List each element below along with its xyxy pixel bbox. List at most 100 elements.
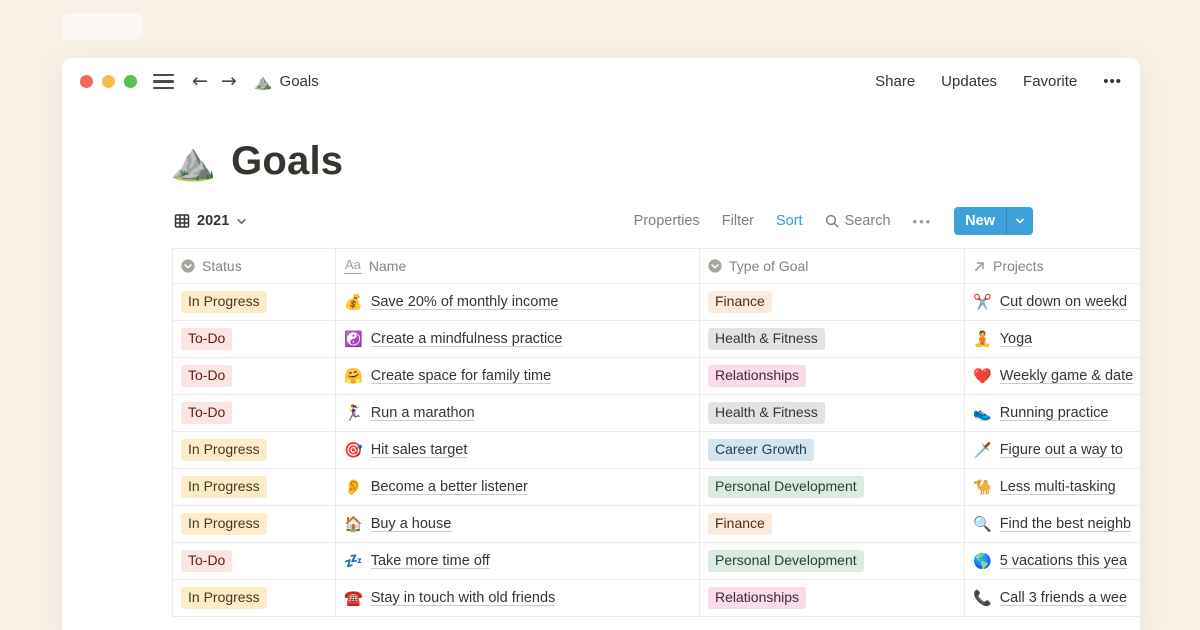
toolbar-more-button[interactable]: ••• bbox=[913, 214, 933, 229]
name-cell[interactable]: 🤗 Create space for family time bbox=[336, 358, 700, 394]
project-page-link[interactable]: Call 3 friends a wee bbox=[1000, 590, 1127, 606]
goal-page-link[interactable]: Stay in touch with old friends bbox=[371, 590, 556, 606]
name-cell[interactable]: 💰 Save 20% of monthly income bbox=[336, 284, 700, 320]
search-button[interactable]: Search bbox=[825, 213, 891, 229]
table-row: In Progress 👂 Become a better listener P… bbox=[172, 469, 1140, 506]
status-badge: In Progress bbox=[181, 439, 267, 462]
forward-button[interactable]: → bbox=[221, 72, 237, 91]
column-header-projects[interactable]: Projects bbox=[965, 249, 1140, 283]
status-cell[interactable]: To-Do bbox=[172, 543, 336, 579]
page-header: ⛰️ Goals bbox=[170, 139, 1140, 184]
goal-page-link[interactable]: Hit sales target bbox=[371, 442, 468, 458]
name-cell[interactable]: ☯️ Create a mindfulness practice bbox=[336, 321, 700, 357]
projects-cell[interactable]: 🗡️ Figure out a way to bbox=[965, 432, 1140, 468]
name-cell[interactable]: 🏠 Buy a house bbox=[336, 506, 700, 542]
zoom-window-button[interactable] bbox=[124, 75, 137, 88]
projects-cell[interactable]: 🐪 Less multi-tasking bbox=[965, 469, 1140, 505]
project-page-link[interactable]: Less multi-tasking bbox=[1000, 479, 1116, 495]
project-page-link[interactable]: 5 vacations this yea bbox=[1000, 553, 1127, 569]
project-page-link[interactable]: Cut down on weekd bbox=[1000, 294, 1127, 310]
close-window-button[interactable] bbox=[80, 75, 93, 88]
page-title: Goals bbox=[231, 139, 343, 184]
properties-button[interactable]: Properties bbox=[634, 213, 700, 229]
project-emoji-icon: 🧘 bbox=[973, 330, 992, 348]
type-of-goal-cell[interactable]: Health & Fitness bbox=[700, 321, 965, 357]
back-button[interactable]: ← bbox=[192, 72, 208, 91]
favorite-button[interactable]: Favorite bbox=[1023, 73, 1077, 90]
projects-cell[interactable]: 👟 Running practice bbox=[965, 395, 1140, 431]
name-cell[interactable]: 👂 Become a better listener bbox=[336, 469, 700, 505]
status-badge: To-Do bbox=[181, 402, 232, 425]
status-cell[interactable]: To-Do bbox=[172, 358, 336, 394]
goal-page-link[interactable]: Take more time off bbox=[371, 553, 490, 569]
share-button[interactable]: Share bbox=[875, 73, 915, 90]
new-button-dropdown[interactable] bbox=[1006, 207, 1033, 235]
filter-button[interactable]: Filter bbox=[722, 213, 754, 229]
projects-cell[interactable]: 📞 Call 3 friends a wee bbox=[965, 580, 1140, 616]
projects-cell[interactable]: 🌎 5 vacations this yea bbox=[965, 543, 1140, 579]
project-page-link[interactable]: Figure out a way to bbox=[1000, 442, 1123, 458]
projects-cell[interactable]: ❤️ Weekly game & date bbox=[965, 358, 1140, 394]
goal-emoji-icon: 💰 bbox=[344, 293, 363, 311]
new-button[interactable]: New bbox=[954, 207, 1033, 235]
background-window-edge bbox=[62, 13, 142, 40]
project-emoji-icon: ✂️ bbox=[973, 293, 992, 311]
status-cell[interactable]: In Progress bbox=[172, 506, 336, 542]
project-page-link[interactable]: Find the best neighb bbox=[1000, 516, 1131, 532]
goal-page-link[interactable]: Run a marathon bbox=[371, 405, 475, 421]
sort-button[interactable]: Sort bbox=[776, 213, 803, 229]
column-header-type-of-goal[interactable]: Type of Goal bbox=[700, 249, 965, 283]
status-cell[interactable]: In Progress bbox=[172, 469, 336, 505]
project-page-link[interactable]: Yoga bbox=[1000, 331, 1033, 347]
project-page-link[interactable]: Running practice bbox=[1000, 405, 1109, 421]
projects-cell[interactable]: 🔍 Find the best neighb bbox=[965, 506, 1140, 542]
breadcrumb[interactable]: ⛰️ Goals bbox=[254, 73, 319, 91]
status-badge: In Progress bbox=[181, 587, 267, 610]
type-of-goal-cell[interactable]: Personal Development bbox=[700, 469, 965, 505]
updates-button[interactable]: Updates bbox=[941, 73, 997, 90]
name-cell[interactable]: ☎️ Stay in touch with old friends bbox=[336, 580, 700, 616]
goal-page-link[interactable]: Become a better listener bbox=[371, 479, 528, 495]
status-cell[interactable]: In Progress bbox=[172, 580, 336, 616]
sidebar-menu-icon[interactable] bbox=[153, 74, 174, 89]
status-badge: In Progress bbox=[181, 476, 267, 499]
table-row: To-Do 💤 Take more time off Personal Deve… bbox=[172, 543, 1140, 580]
projects-cell[interactable]: 🧘 Yoga bbox=[965, 321, 1140, 357]
project-page-link[interactable]: Weekly game & date bbox=[1000, 368, 1134, 384]
type-of-goal-cell[interactable]: Relationships bbox=[700, 580, 965, 616]
minimize-window-button[interactable] bbox=[102, 75, 115, 88]
status-cell[interactable]: In Progress bbox=[172, 284, 336, 320]
goal-page-link[interactable]: Save 20% of monthly income bbox=[371, 294, 559, 310]
table-row: In Progress 🎯 Hit sales target Career Gr… bbox=[172, 432, 1140, 469]
type-badge: Relationships bbox=[708, 365, 806, 388]
name-cell[interactable]: 🎯 Hit sales target bbox=[336, 432, 700, 468]
type-of-goal-cell[interactable]: Personal Development bbox=[700, 543, 965, 579]
project-emoji-icon: 🌎 bbox=[973, 552, 992, 570]
name-cell[interactable]: 🏃‍♀️ Run a marathon bbox=[336, 395, 700, 431]
type-of-goal-cell[interactable]: Career Growth bbox=[700, 432, 965, 468]
status-cell[interactable]: To-Do bbox=[172, 395, 336, 431]
goal-emoji-icon: 🏃‍♀️ bbox=[344, 404, 363, 422]
project-emoji-icon: ❤️ bbox=[973, 367, 992, 385]
status-cell[interactable]: To-Do bbox=[172, 321, 336, 357]
type-badge: Career Growth bbox=[708, 439, 814, 462]
more-button[interactable]: ••• bbox=[1103, 73, 1122, 90]
status-cell[interactable]: In Progress bbox=[172, 432, 336, 468]
column-header-status[interactable]: Status bbox=[172, 249, 336, 283]
type-badge: Finance bbox=[708, 513, 772, 536]
type-of-goal-cell[interactable]: Relationships bbox=[700, 358, 965, 394]
notion-window: ← → ⛰️ Goals Share Updates Favorite ••• ⛰️ … bbox=[62, 58, 1140, 630]
goal-page-link[interactable]: Create space for family time bbox=[371, 368, 552, 384]
table-row: In Progress 🏠 Buy a house Finance 🔍 Find… bbox=[172, 506, 1140, 543]
type-of-goal-cell[interactable]: Health & Fitness bbox=[700, 395, 965, 431]
table-row: To-Do 🏃‍♀️ Run a marathon Health & Fitne… bbox=[172, 395, 1140, 432]
type-of-goal-cell[interactable]: Finance bbox=[700, 506, 965, 542]
view-switcher[interactable]: 2021 bbox=[174, 213, 247, 229]
type-badge: Personal Development bbox=[708, 476, 864, 499]
goal-page-link[interactable]: Buy a house bbox=[371, 516, 452, 532]
projects-cell[interactable]: ✂️ Cut down on weekd bbox=[965, 284, 1140, 320]
name-cell[interactable]: 💤 Take more time off bbox=[336, 543, 700, 579]
column-header-name[interactable]: AaName bbox=[336, 249, 700, 283]
goal-page-link[interactable]: Create a mindfulness practice bbox=[371, 331, 563, 347]
type-of-goal-cell[interactable]: Finance bbox=[700, 284, 965, 320]
